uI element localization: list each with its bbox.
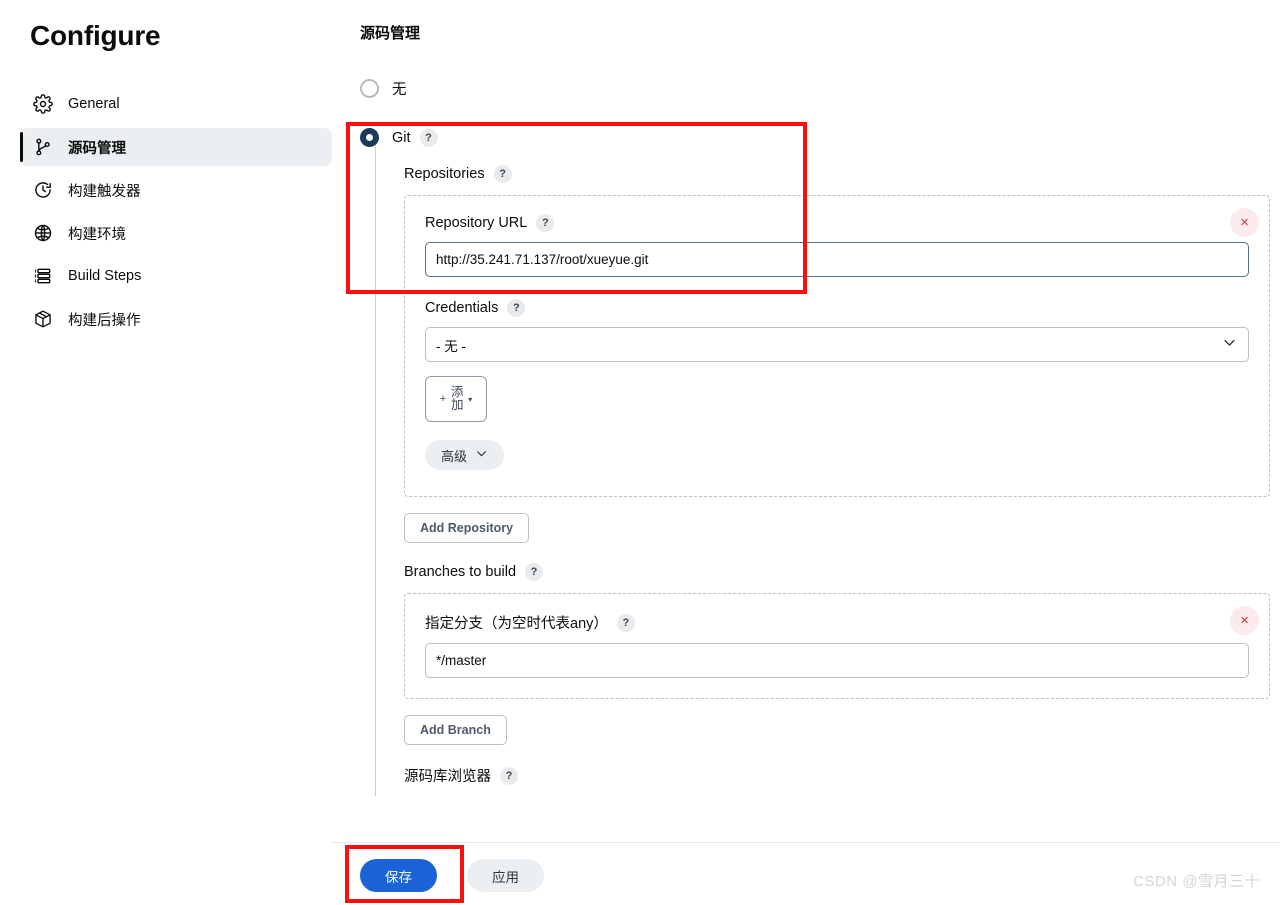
sidebar-item-build-environment[interactable]: 构建环境 — [20, 214, 332, 252]
save-button[interactable]: 保存 — [360, 859, 437, 892]
help-icon-git[interactable]: ? — [419, 128, 438, 147]
scm-option-none[interactable]: 无 — [360, 78, 407, 99]
help-icon-branch-spec[interactable]: ? — [616, 613, 635, 632]
credentials-label-row: Credentials ? — [425, 299, 1249, 317]
delete-repository-button[interactable]: × — [1230, 208, 1259, 237]
sidebar-item-scm[interactable]: 源码管理 — [20, 128, 332, 166]
gear-icon — [32, 93, 54, 115]
sidebar-item-post-build[interactable]: 构建后操作 — [20, 300, 332, 338]
clock-icon — [32, 179, 54, 201]
help-icon-repository-url[interactable]: ? — [536, 214, 555, 232]
sidebar-item-label: 源码管理 — [68, 140, 126, 157]
scm-option-none-label: 无 — [392, 82, 407, 98]
branch-spec-label: 指定分支（为空时代表any） — [425, 616, 608, 632]
package-icon — [32, 308, 54, 330]
git-settings-body: Repositories ? × Repository URL ? Creden… — [375, 147, 1270, 796]
branches-label-row: Branches to build ? — [404, 563, 1270, 581]
sidebar-item-label: 构建触发器 — [68, 183, 141, 200]
sidebar-item-label: 构建环境 — [68, 226, 126, 243]
scm-option-git-label: Git — [392, 129, 411, 146]
repositories-label: Repositories — [404, 166, 485, 182]
repositories-label-row: Repositories ? — [404, 165, 1270, 183]
repository-url-label-row: Repository URL ? — [425, 214, 1249, 232]
radio-none[interactable] — [360, 79, 379, 98]
add-credentials-button[interactable]: + 添加 ▾ — [425, 376, 487, 422]
main-content: 源码管理 无 Git ? Repositories ? × Repository… — [332, 0, 1280, 905]
sidebar-item-build-triggers[interactable]: 构建触发器 — [20, 171, 332, 209]
credentials-select-wrap — [425, 327, 1249, 362]
scm-git-block: Git ? Repositories ? × Repository URL ? — [360, 128, 1270, 796]
chevron-down-icon — [475, 447, 488, 463]
sidebar: Configure General 源码管理 构建触发器 构建环境 Build … — [0, 0, 332, 905]
sidebar-item-label: 构建后操作 — [68, 312, 141, 329]
advanced-button[interactable]: 高级 — [425, 440, 505, 470]
help-icon-repo-browser[interactable]: ? — [500, 766, 518, 785]
help-icon-repositories[interactable]: ? — [493, 165, 512, 183]
sidebar-item-build-steps[interactable]: Build Steps — [20, 257, 332, 295]
sidebar-item-label: General — [68, 96, 120, 112]
repo-browser-label: 源码库浏览器 — [404, 769, 491, 785]
scm-option-git[interactable]: Git ? — [360, 128, 1270, 147]
add-repository-button[interactable]: Add Repository — [404, 513, 530, 543]
git-branch-icon — [32, 136, 54, 158]
globe-icon — [32, 222, 54, 244]
add-credentials-label: 添加 — [450, 384, 464, 412]
delete-branch-button[interactable]: × — [1230, 606, 1259, 635]
help-icon-credentials[interactable]: ? — [507, 299, 526, 317]
configure-page: Configure General 源码管理 构建触发器 构建环境 Build … — [0, 0, 1280, 905]
repository-url-label: Repository URL — [425, 215, 528, 231]
plus-icon: + — [439, 393, 447, 405]
watermark: CSDN @雪月三十 — [1133, 873, 1260, 890]
branch-spec-label-row: 指定分支（为空时代表any） ? — [425, 612, 1249, 633]
branch-entry: × 指定分支（为空时代表any） ? — [404, 593, 1270, 699]
advanced-label: 高级 — [441, 448, 468, 464]
sidebar-item-general[interactable]: General — [20, 85, 332, 123]
sidebar-item-label: Build Steps — [68, 268, 142, 284]
repository-entry: × Repository URL ? Credentials ? — [404, 195, 1270, 497]
credentials-label: Credentials — [425, 300, 499, 316]
help-icon-branches[interactable]: ? — [525, 563, 544, 581]
page-title: Configure — [30, 20, 161, 51]
credentials-select[interactable] — [425, 327, 1249, 362]
section-title: 源码管理 — [360, 25, 421, 42]
branches-label: Branches to build — [404, 564, 517, 580]
sidebar-nav: General 源码管理 构建触发器 构建环境 Build Steps 构建后操… — [20, 85, 332, 343]
repository-url-input[interactable] — [425, 242, 1249, 277]
caret-down-icon: ▾ — [468, 394, 473, 404]
branch-spec-input[interactable] — [425, 643, 1249, 678]
list-icon — [32, 265, 54, 287]
apply-button[interactable]: 应用 — [467, 859, 544, 892]
repo-browser-label-row: 源码库浏览器 ? — [404, 765, 1270, 786]
add-branch-button[interactable]: Add Branch — [404, 715, 507, 745]
radio-git[interactable] — [360, 128, 379, 147]
